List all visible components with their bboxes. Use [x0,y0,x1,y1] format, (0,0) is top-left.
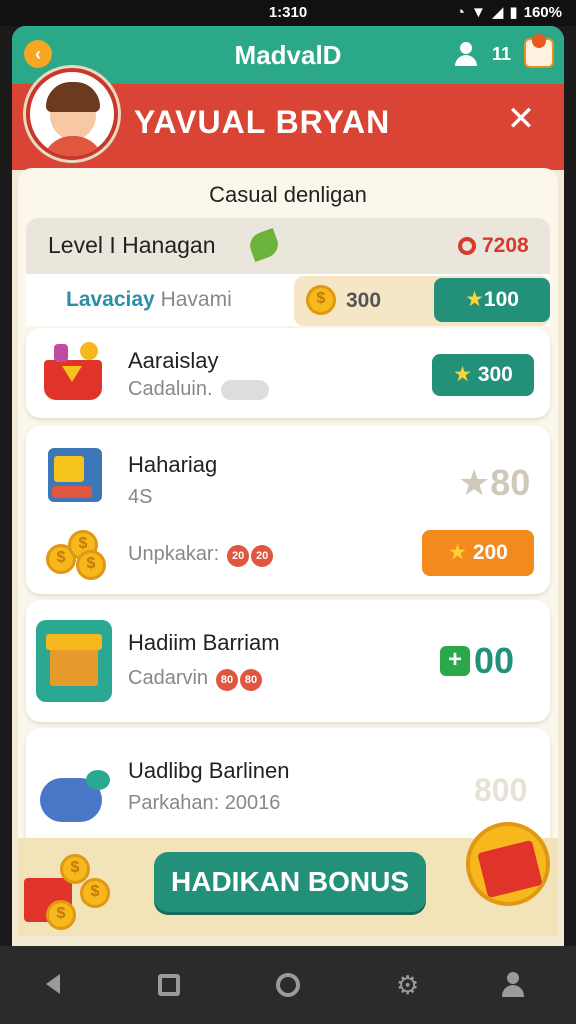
app-title: MadvalD [234,40,342,70]
status-bar: 1:310 ◔ ▼ ◢ ▮ 160% [0,0,576,26]
system-nav-bar: ⚙ [0,946,576,1024]
task-card: Hadiim Barriam Cadarvin 80 80 + 00 [26,600,550,722]
claim-reward: 200 [472,541,508,564]
gift-icon[interactable] [524,34,554,68]
reward-green[interactable]: + 00 [440,640,514,682]
token-badge: 80 [216,669,239,691]
status-icons: ◔ ▼ ◢ ▮ 160% [455,3,562,22]
reward-faded-value: 80 [490,462,531,503]
user-icon[interactable] [452,42,480,68]
task-subtitle-text: Cadarvin [128,666,209,689]
star-icon: ★ [453,363,478,386]
task-title: Hadiim Barriam [128,630,280,655]
coin-icon [306,285,336,315]
coin-balance: 300 ★100 [294,276,550,326]
task-extra-label: Unpkakar: [128,542,220,565]
rewards-card: Casual denligan Level I Hanagan 7208 Lav… [18,168,558,936]
wifi-icon: ▼ [470,3,486,21]
lucky-envelope-icon [458,812,554,922]
alarm-icon: ◔ [455,3,465,21]
reward-faded-value: 800 [474,772,528,808]
task-subtitle: Cadarvin 80 80 [128,666,264,691]
app-screen: ‹ MadvalD 11 YAVUAL BRYAN ✕ Casual denli… [12,26,564,946]
balance-label-main: Lavaciay [66,288,155,311]
balance-label: Lavaciay Havami [66,288,232,312]
claim-button[interactable]: ★ 300 [432,354,534,396]
reward-faded: ★80 [458,462,530,504]
leaf-icon [246,227,282,263]
close-button[interactable]: ✕ [504,102,538,136]
balance-row: Lavaciay Havami 300 ★100 [26,274,550,326]
task-extra: Unpkakar: 20 20 [128,542,275,567]
battery-icon: ▮ [509,4,518,21]
nav-back-icon[interactable] [46,974,60,994]
cannon-icon [40,770,112,824]
star-icon: ★ [458,462,491,503]
task-subtitle: Parkahan: 20016 [128,792,281,814]
star-icon: ★ [448,541,473,564]
token-badges: 20 20 [227,542,275,567]
user-count: 11 [492,44,512,64]
token-badges: 80 80 [216,666,264,691]
balance-label-rest: Havami [154,288,232,311]
nav-recent-icon[interactable] [158,974,180,996]
task-title: Hahariag [128,452,218,477]
signal-icon: ◢ [491,4,504,21]
task-card: Hahariag 4S ★80 Unpkakar:2020 ★ 200 [26,426,550,594]
star-value: 100 [483,288,519,311]
points-icon [458,237,476,255]
person-icon[interactable] [500,972,532,1004]
battery-level: 160% [523,3,562,21]
level-label: Level I Hanagan [48,232,216,258]
task-subtitle-text: Cadaluin. [128,378,213,400]
close-icon: ✕ [506,100,536,138]
ticket-icon [220,379,269,400]
gift-basket-icon [40,342,106,402]
bonus-button[interactable]: HADIKAN BONUS [154,852,426,912]
star-icon: ★ [465,288,484,311]
treasure-box-icon [36,620,112,702]
star-balance-button[interactable]: ★100 [434,278,550,322]
coin-value: 300 [346,289,382,312]
token-badge: 80 [240,669,263,691]
coin-pile-icon [46,530,106,580]
reward-value: 00 [474,640,515,681]
task-subtitle: Cadaluin. [128,378,269,401]
task-subtitle: 4S [128,486,153,508]
gear-icon[interactable]: ⚙ [396,972,428,1004]
claim-button[interactable]: ★ 200 [422,530,534,576]
plus-icon: + [440,646,470,676]
token-badge: 20 [227,545,250,567]
claim-reward: 300 [477,363,513,386]
avatar[interactable] [26,68,118,160]
arcade-machine-icon [44,448,106,504]
task-card: Aaraislay Cadaluin. ★ 300 [26,328,550,418]
level-points: 7208 [482,234,529,257]
token-badge: 20 [251,545,274,567]
gift-coins-icon [24,848,114,930]
profile-name: YAVUAL BRYAN [134,104,391,140]
level-row: Level I Hanagan 7208 [26,218,550,274]
task-title: Aaraislay [128,348,219,373]
task-title: Uadlibg Barlinen [128,758,290,783]
card-subtitle: Casual denligan [209,182,367,207]
nav-home-icon[interactable] [276,973,300,997]
